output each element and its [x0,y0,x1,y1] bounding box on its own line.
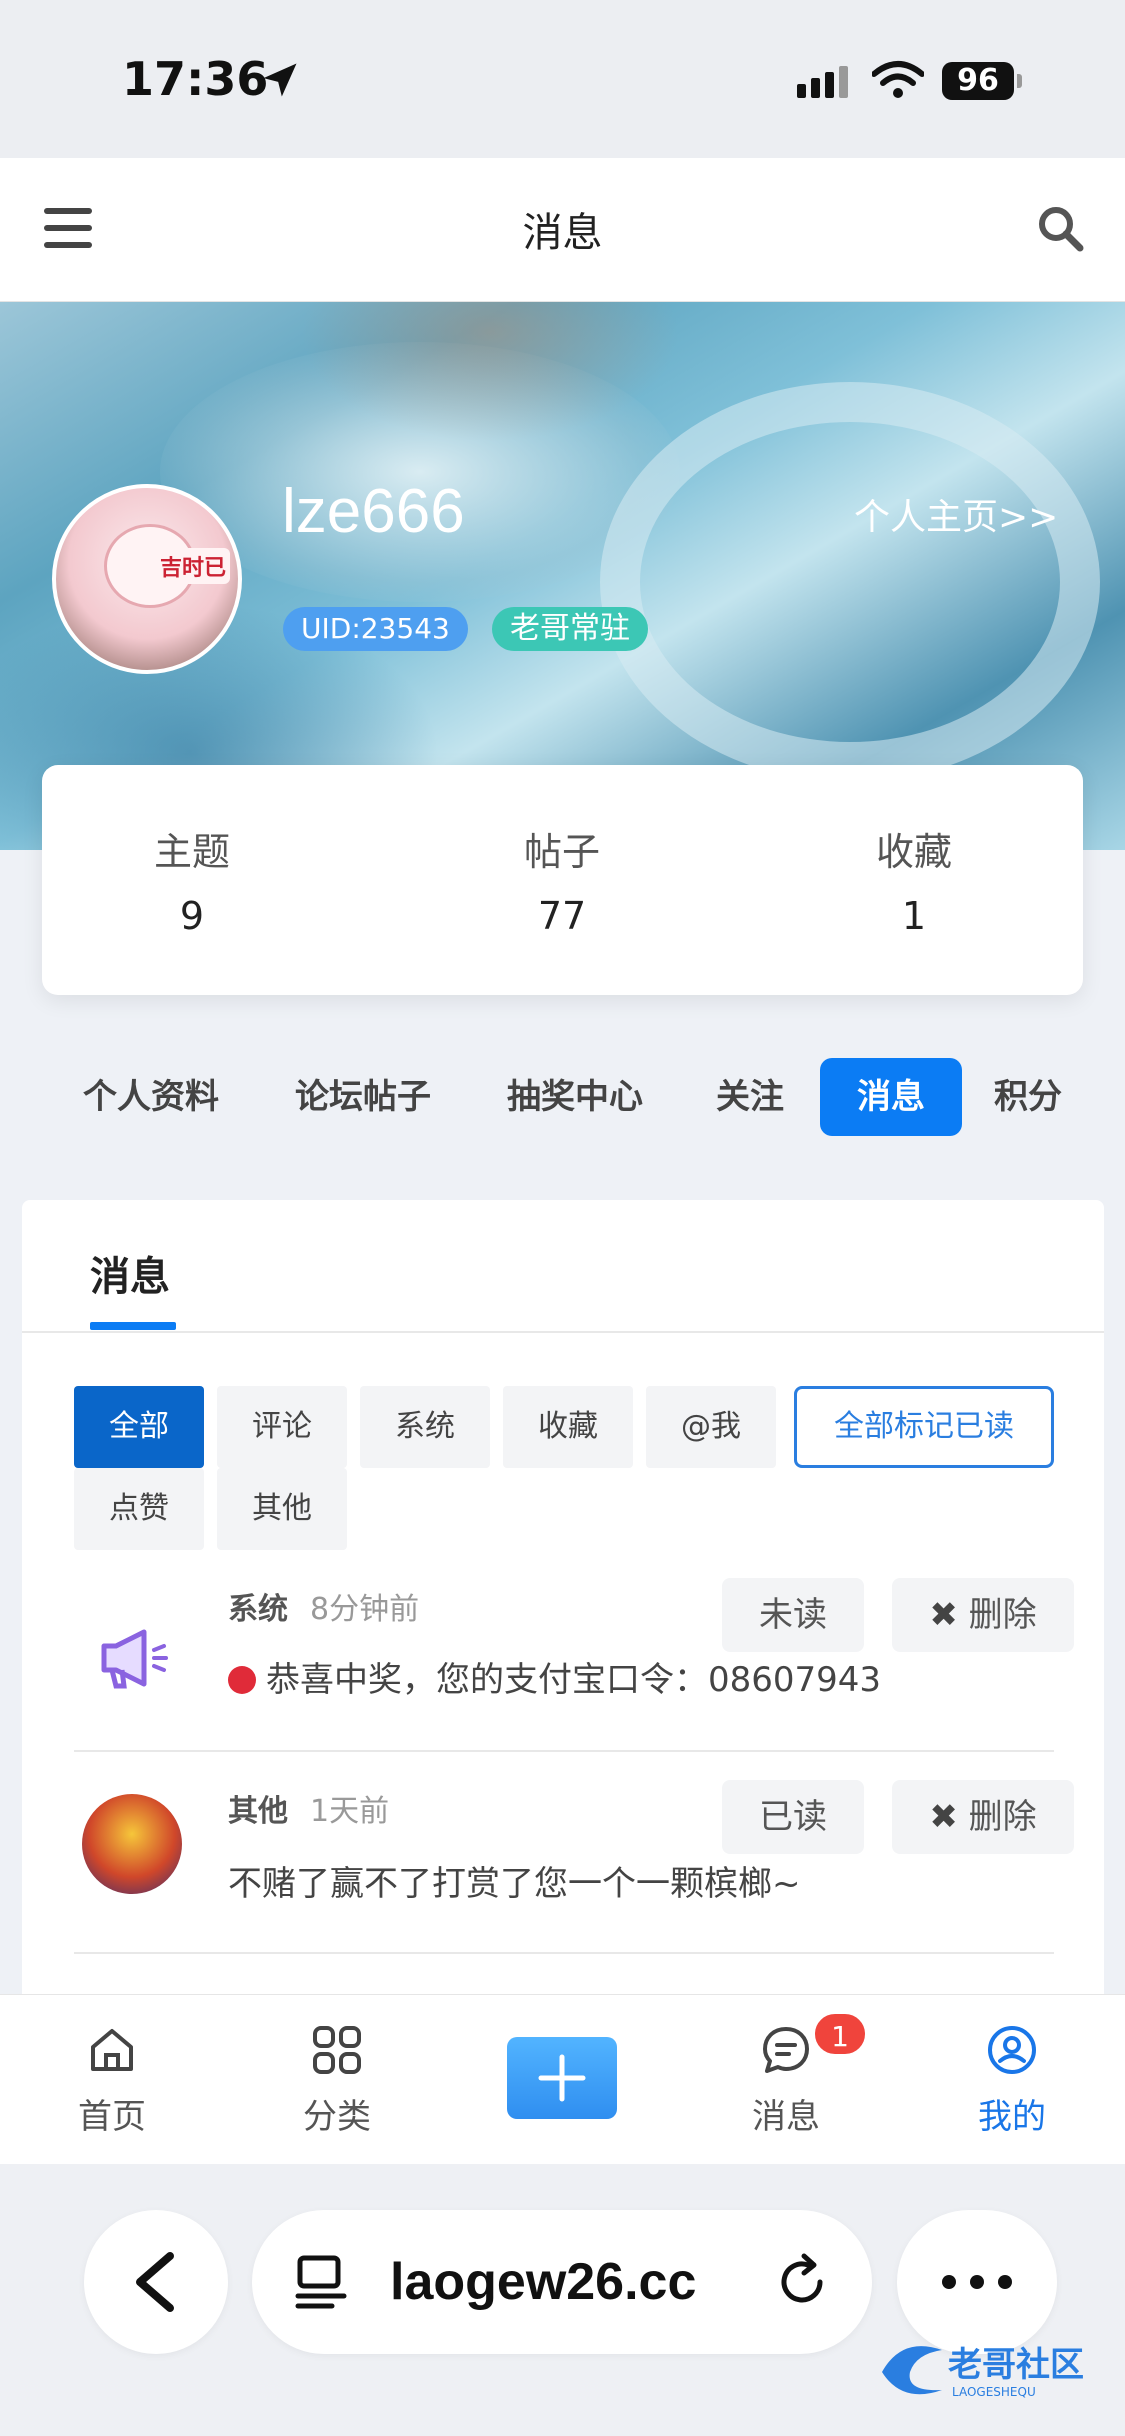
delete-button[interactable]: ✖ 删除 [892,1578,1074,1652]
message-type: 系统 [228,1592,288,1627]
tab-follow[interactable]: 关注 [702,1058,798,1136]
stat-favorites[interactable]: 收藏 1 [814,821,1014,938]
status-bar: 17:36 96 [0,0,1125,158]
app-header: 消息 [0,158,1125,302]
close-icon: ✖ [929,1797,958,1837]
battery-tip [1017,74,1022,88]
message-time: 1天前 [310,1794,390,1829]
avatar[interactable]: 吉时已 [52,484,242,674]
message-type: 其他 [228,1794,288,1829]
megaphone-icon [101,1629,168,1689]
profile-tabs: 个人资料 论坛帖子 抽奖中心 关注 消息 积分 [0,1058,1125,1138]
stat-label: 主题 [153,830,230,874]
tab-home[interactable]: 首页 [42,2023,182,2138]
role-badge: 老哥常驻 [492,607,648,651]
stat-label: 帖子 [523,830,600,874]
tab-points[interactable]: 积分 [980,1058,1076,1136]
tab-forum-posts[interactable]: 论坛帖子 [282,1058,444,1136]
tab-label: 消息 [752,2097,820,2137]
plus-icon [538,2054,586,2102]
delete-label: 删除 [968,1595,1037,1635]
reader-mode-icon [295,2255,347,2309]
logo-subtext: LAOGESHEQU [952,2385,1036,2399]
read-status-button[interactable]: 未读 [722,1578,864,1652]
tab-mine[interactable]: 我的 [942,2023,1082,2138]
divider [74,1750,1054,1752]
chat-bubble-icon [763,2027,809,2073]
grid-icon [313,2026,361,2074]
tab-label: 分类 [303,2097,371,2137]
stat-value: 9 [179,894,205,938]
messages-panel: 消息 全部 评论 系统 收藏 @我 全部标记已读 点赞 其他 系统 8分钟前 恭… [22,1200,1104,2000]
tab-label: 我的 [978,2097,1046,2137]
filter-favorites[interactable]: 收藏 [503,1386,633,1468]
stat-value: 77 [537,894,587,938]
message-body: 恭喜中奖，您的支付宝口令：08607943 [266,1660,882,1700]
search-icon[interactable] [1036,204,1084,252]
url-text[interactable]: laogew26.cc [390,2252,696,2312]
divider [22,1331,1104,1333]
filter-all[interactable]: 全部 [74,1386,204,1468]
divider [74,1952,1054,1954]
message-text: 恭喜中奖，您的支付宝口令：08607943 [228,1652,881,1701]
delete-button[interactable]: ✖ 删除 [892,1780,1074,1854]
page-title: 消息 [522,210,603,256]
stats-card: 主题 9 帖子 77 收藏 1 [42,765,1083,995]
panel-title[interactable]: 消息 [90,1244,170,1302]
stat-value: 1 [901,894,927,938]
close-icon: ✖ [929,1595,958,1635]
delete-label: 删除 [968,1797,1037,1837]
tab-lottery[interactable]: 抽奖中心 [494,1058,656,1136]
panel-tab-indicator [90,1322,176,1330]
home-icon [91,2029,133,2071]
battery-indicator: 96 [942,62,1014,100]
unread-dot [228,1666,256,1694]
message-time: 8分钟前 [310,1592,420,1627]
filter-likes[interactable]: 点赞 [74,1468,204,1550]
filter-system[interactable]: 系统 [360,1386,490,1468]
message-item[interactable]: 系统 8分钟前 恭喜中奖，您的支付宝口令：08607943 未读 ✖ 删除 [74,1578,1074,1758]
logo-text: 老哥社区 [948,2345,1084,2385]
avatar-caption: 吉时已 [156,548,231,584]
username: lze666 [282,477,465,546]
sender-avatar[interactable] [82,1794,182,1894]
tab-messages[interactable]: 消息 [820,1058,962,1136]
filter-other[interactable]: 其他 [217,1468,347,1550]
back-button[interactable] [84,2210,228,2354]
tab-category[interactable]: 分类 [267,2023,407,2138]
stat-label: 收藏 [875,830,952,874]
tab-profile[interactable]: 个人资料 [70,1058,232,1136]
stat-topics[interactable]: 主题 9 [92,821,292,938]
message-text: 不赌了赢不了打赏了您一个一颗槟榔~ [228,1864,801,1904]
profile-home-link[interactable]: 个人主页>> [854,488,1058,540]
read-status-button[interactable]: 已读 [722,1780,864,1854]
reload-icon[interactable] [772,2252,832,2312]
cellular-signal-icon [797,66,853,98]
chevron-left-icon [136,2252,174,2312]
filter-mentions[interactable]: @我 [646,1386,776,1468]
mark-all-read-button[interactable]: 全部标记已读 [794,1386,1054,1468]
filter-comments[interactable]: 评论 [217,1386,347,1468]
uid-badge: UID:23543 [283,607,468,651]
message-count-badge: 1 [812,2011,868,2057]
user-circle-icon [988,2026,1036,2074]
status-time: 17:36 [122,52,269,106]
wifi-icon [872,61,924,98]
bottom-tab-bar: 首页 分类 消息 1 我的 [0,1994,1125,2164]
tab-label: 首页 [78,2097,146,2137]
message-item[interactable]: 其他 1天前 不赌了赢不了打赏了您一个一颗槟榔~ 已读 ✖ 删除 [74,1780,1074,1960]
stat-posts[interactable]: 帖子 77 [462,821,662,938]
add-post-button[interactable] [507,2037,617,2119]
site-logo: 老哥社区 LAOGESHEQU [882,2345,1084,2399]
location-arrow-icon [263,63,297,97]
